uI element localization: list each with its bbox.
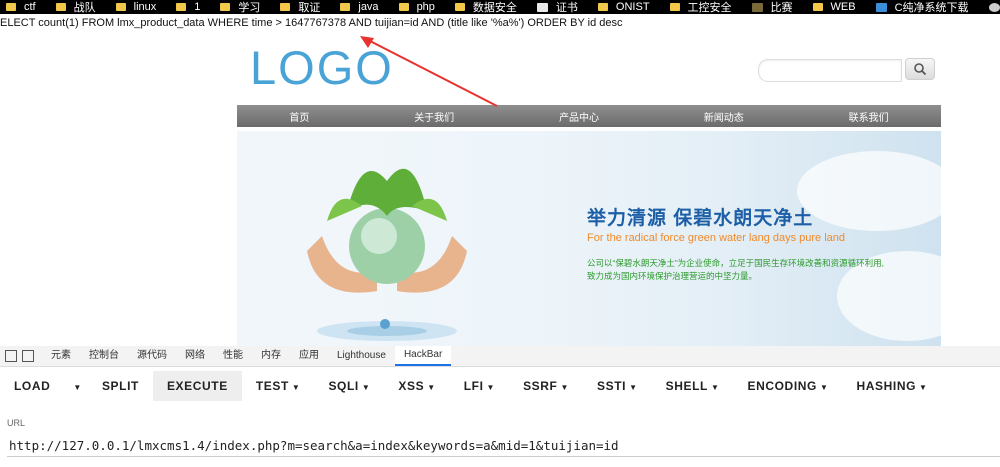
tab-memory[interactable]: 内存: [252, 346, 290, 366]
site-logo[interactable]: LOGO: [250, 40, 394, 95]
sql-debug-output: ELECT count(1) FROM lmx_product_data WHE…: [0, 17, 623, 29]
banner-description: 致力成为国内环境保护治理营运的中坚力量。: [587, 271, 758, 281]
ssrf-menu[interactable]: SSRF ▼: [509, 371, 583, 401]
bookmark-data-security[interactable]: 数据安全: [454, 0, 517, 14]
openai-icon: [988, 2, 1000, 12]
folder-icon: [454, 3, 465, 11]
nav-products[interactable]: 产品中心: [559, 109, 599, 124]
ssti-menu[interactable]: SSTI ▼: [583, 371, 652, 401]
bookmark-zhandui[interactable]: 战队: [55, 0, 96, 14]
folder-icon: [597, 3, 608, 11]
bookmark-system-download[interactable]: C纯净系统下载: [875, 0, 969, 14]
site-favicon-icon: [751, 2, 763, 12]
bookmark-quzheng[interactable]: 取证: [280, 0, 320, 14]
devtools-tabbar: 元素 控制台 源代码 网络 性能 内存 应用 Lighthouse HackBa…: [0, 346, 1000, 367]
folder-icon: [398, 3, 409, 11]
site-search-button[interactable]: [905, 58, 935, 80]
folder-icon: [669, 3, 680, 11]
bookmark-onist[interactable]: ONIST: [597, 1, 650, 13]
folder-icon: [6, 3, 16, 11]
tab-console[interactable]: 控制台: [80, 346, 128, 366]
caret-down-icon: ▼: [73, 383, 82, 392]
hackbar-toolbar: LOAD ▼ SPLIT EXECUTE TEST ▼ SQLI ▼ XSS ▼ LF…: [0, 370, 1000, 402]
tab-sources[interactable]: 源代码: [128, 346, 176, 366]
bookmark-competition[interactable]: 比赛: [751, 0, 793, 14]
bookmark-php[interactable]: php: [398, 1, 435, 13]
caret-down-icon: ▼: [291, 383, 301, 392]
execute-button[interactable]: EXECUTE: [152, 371, 242, 401]
nav-home[interactable]: 首页: [289, 109, 309, 124]
banner-subtitle: For the radical force green water lang d…: [587, 232, 846, 244]
tab-performance[interactable]: 性能: [214, 346, 252, 366]
tab-elements[interactable]: 元素: [42, 346, 80, 366]
url-label: URL: [7, 418, 26, 428]
banner-description: 公司以“保碧水朗天净土”为企业使命，立足于国民生存环境改善和资源循环利用,: [587, 258, 885, 268]
site-nav: 首页 关于我们 产品中心 新闻动态 联系我们: [237, 105, 941, 127]
hero-banner: 举力清源 保碧水朗天净土 For the radical force green…: [237, 131, 941, 346]
xss-menu[interactable]: XSS ▼: [384, 371, 449, 401]
sqli-menu[interactable]: SQLI ▼: [314, 371, 384, 401]
search-icon: [914, 63, 927, 76]
lfi-menu[interactable]: LFI ▼: [450, 371, 509, 401]
caret-down-icon: ▼: [819, 383, 829, 392]
caret-down-icon: ▼: [427, 383, 436, 392]
folder-icon: [176, 3, 187, 11]
hashing-menu[interactable]: HASHING ▼: [843, 371, 942, 401]
test-menu[interactable]: TEST ▼: [242, 371, 315, 401]
caret-down-icon: ▼: [560, 383, 569, 392]
bookmark-openai[interactable]: openai: [988, 1, 1000, 13]
bookmark-linux[interactable]: linux: [115, 1, 156, 13]
url-field[interactable]: [7, 434, 1000, 457]
bookmarks-bar: ctf 战队 linux 1 学习 取证 java php 数据安全 证书 ON…: [0, 0, 1000, 14]
caret-down-icon: ▼: [361, 383, 371, 392]
bookmark-java[interactable]: java: [340, 1, 379, 13]
folder-icon: [340, 3, 351, 11]
load-button[interactable]: LOAD: [0, 371, 64, 401]
caret-down-icon: ▼: [710, 383, 720, 392]
windows-icon: [875, 2, 887, 12]
caret-down-icon: ▼: [629, 383, 638, 392]
bookmark-xuexi[interactable]: 学习: [220, 0, 260, 14]
folder-icon: [115, 3, 126, 11]
bookmark-ics-security[interactable]: 工控安全: [669, 0, 732, 14]
nav-contact[interactable]: 联系我们: [849, 109, 889, 124]
globe-hands-illustration: [307, 168, 467, 341]
site-search-input[interactable]: [758, 59, 902, 82]
folder-icon: [812, 3, 823, 11]
folder-icon: [280, 3, 291, 11]
cloud-decoration: [797, 151, 941, 231]
shell-menu[interactable]: SHELL ▼: [652, 371, 734, 401]
folder-icon: [220, 3, 231, 11]
nav-news[interactable]: 新闻动态: [704, 109, 744, 124]
tab-hackbar[interactable]: HackBar: [394, 346, 452, 366]
bookmark-ctf[interactable]: ctf: [6, 1, 36, 13]
folder-icon: [55, 3, 66, 11]
device-toolbar-icon[interactable]: [22, 350, 34, 362]
nav-about[interactable]: 关于我们: [414, 109, 454, 124]
bookmark-certificate[interactable]: 证书: [536, 0, 578, 14]
caret-down-icon: ▼: [919, 383, 928, 392]
banner-title: 举力清源 保碧水朗天净土: [587, 208, 814, 229]
bookmark-1[interactable]: 1: [176, 1, 200, 13]
tab-network[interactable]: 网络: [176, 346, 214, 366]
caret-down-icon: ▼: [486, 383, 496, 392]
tab-lighthouse[interactable]: Lighthouse: [328, 346, 395, 366]
encoding-menu[interactable]: ENCODING ▼: [733, 371, 842, 401]
site-favicon-icon: [536, 2, 548, 12]
inspect-element-icon[interactable]: [5, 350, 17, 362]
tab-application[interactable]: 应用: [290, 346, 328, 366]
split-button[interactable]: SPLIT: [88, 371, 153, 401]
bookmark-web[interactable]: WEB: [812, 1, 856, 13]
load-options-dropdown[interactable]: ▼: [64, 371, 88, 401]
